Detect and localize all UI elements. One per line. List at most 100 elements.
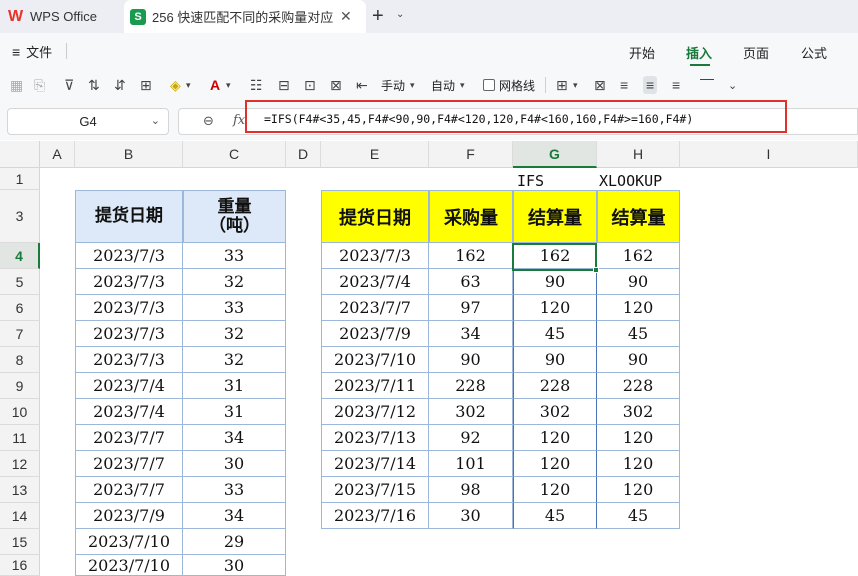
table-cell-date[interactable]: 2023/7/13 [321, 425, 429, 451]
column-header-g[interactable]: G [513, 141, 597, 168]
select-all-corner[interactable] [0, 141, 40, 168]
auto-calc-dropdown-icon[interactable]: ▾ [460, 76, 465, 94]
table-cell-purchase[interactable]: 63 [429, 269, 513, 295]
row-header-8[interactable]: 8 [0, 347, 40, 373]
table-cell-weight[interactable]: 32 [183, 347, 286, 373]
fill-color-icon[interactable]: ◈ [170, 76, 181, 94]
font-color-icon[interactable]: A [210, 76, 220, 94]
column-header-f[interactable]: F [429, 141, 513, 168]
manual-calc-button[interactable]: 手动 [381, 76, 405, 94]
row-header-16[interactable]: 16 [0, 555, 40, 576]
file-menu[interactable]: ≡ 文件 [12, 42, 52, 61]
tab-wps-home[interactable]: W WPS Office [8, 0, 120, 33]
column-header-a[interactable]: A [40, 141, 75, 168]
wrap-text-icon[interactable]: ☷ [250, 76, 263, 94]
cell-style-icon[interactable]: ⊡ [304, 76, 316, 94]
table-cell-date[interactable]: 2023/7/4 [75, 373, 183, 399]
table-cell-date[interactable]: 2023/7/12 [321, 399, 429, 425]
table-cell-xlookup-result[interactable]: 90 [597, 347, 680, 373]
paste-icon[interactable]: ⎘ [34, 76, 45, 94]
table-cell-date[interactable]: 2023/7/10 [75, 529, 183, 555]
table-cell-date[interactable]: 2023/7/7 [321, 295, 429, 321]
gridlines-checkbox[interactable]: 网格线 [483, 76, 535, 94]
table-cell-weight[interactable]: 31 [183, 399, 286, 425]
cell-g3-header[interactable]: 结算量 [513, 190, 597, 243]
sort-descending-icon[interactable]: ⇵ [114, 76, 126, 94]
table-cell-xlookup-result[interactable]: 120 [597, 295, 680, 321]
table-cell-xlookup-result[interactable]: 228 [597, 373, 680, 399]
table-cell-date[interactable]: 2023/7/3 [75, 269, 183, 295]
table-cell-date[interactable]: 2023/7/3 [321, 243, 429, 269]
table-cell-weight[interactable]: 33 [183, 243, 286, 269]
table-cell-weight[interactable]: 30 [183, 555, 286, 576]
table-cell-xlookup-result[interactable]: 120 [597, 451, 680, 477]
table-cell-date[interactable]: 2023/7/7 [75, 451, 183, 477]
table-cell-purchase[interactable]: 98 [429, 477, 513, 503]
cell-e3-header[interactable]: 提货日期 [321, 190, 429, 243]
cell-h3-header[interactable]: 结算量 [597, 190, 680, 243]
sort-ascending-icon[interactable]: ⇅ [88, 76, 100, 94]
name-box-chevron-icon[interactable]: ⌄ [151, 114, 160, 127]
column-header-i[interactable]: I [680, 141, 858, 168]
table-cell-ifs-result[interactable]: 120 [513, 295, 597, 321]
font-color-dropdown-icon[interactable]: ▾ [226, 76, 231, 94]
table-cell-purchase[interactable]: 30 [429, 503, 513, 529]
cell-f3-header[interactable]: 采购量 [429, 190, 513, 243]
row-header-10[interactable]: 10 [0, 399, 40, 425]
table-cell-ifs-result[interactable]: 120 [513, 477, 597, 503]
align-top-icon[interactable]: ⎺ [700, 76, 714, 94]
table-cell-ifs-result[interactable]: 90 [513, 347, 597, 373]
table-cell-ifs-result[interactable]: 120 [513, 451, 597, 477]
table-icon[interactable]: ⊠ [330, 76, 342, 94]
align-left-icon[interactable]: ≡ [620, 76, 628, 94]
tab-page[interactable]: 页面 [743, 43, 769, 62]
column-header-b[interactable]: B [75, 141, 183, 168]
table-cell-purchase[interactable]: 34 [429, 321, 513, 347]
fill-handle[interactable] [593, 267, 599, 273]
table-cell-weight[interactable]: 34 [183, 425, 286, 451]
table-cell-purchase[interactable]: 302 [429, 399, 513, 425]
more-options-icon[interactable]: ⌄ [728, 76, 737, 94]
table-cell-ifs-result[interactable]: 228 [513, 373, 597, 399]
row-header-3[interactable]: 3 [0, 190, 40, 243]
manual-calc-dropdown-icon[interactable]: ▾ [410, 76, 415, 94]
borders-icon[interactable]: ⊞ [140, 76, 152, 94]
table-cell-date[interactable]: 2023/7/16 [321, 503, 429, 529]
table-cell-date[interactable]: 2023/7/14 [321, 451, 429, 477]
new-tab-icon[interactable]: + [372, 6, 384, 26]
table-cell-date[interactable]: 2023/7/10 [321, 347, 429, 373]
table-cell-weight[interactable]: 31 [183, 373, 286, 399]
table-cell-weight[interactable]: 29 [183, 529, 286, 555]
table-cell-xlookup-result[interactable]: 302 [597, 399, 680, 425]
insert-cells-icon[interactable]: ⊞ [556, 76, 568, 94]
table-cell-purchase[interactable]: 92 [429, 425, 513, 451]
table-cell-xlookup-result[interactable]: 162 [597, 243, 680, 269]
table-cell-date[interactable]: 2023/7/10 [75, 555, 183, 576]
column-header-e[interactable]: E [321, 141, 429, 168]
table-cell-weight[interactable]: 33 [183, 477, 286, 503]
name-box[interactable]: G4 ⌄ [7, 108, 169, 135]
table-cell-date[interactable]: 2023/7/4 [321, 269, 429, 295]
table-cell-date[interactable]: 2023/7/3 [75, 347, 183, 373]
cell-c3-header[interactable]: 重量 （吨） [183, 190, 286, 243]
table-cell-xlookup-result[interactable]: 120 [597, 477, 680, 503]
tab-list-chevron-icon[interactable]: ⌄ [396, 9, 404, 20]
filter-icon[interactable]: ⊽ [64, 76, 74, 94]
table-cell-date[interactable]: 2023/7/9 [75, 503, 183, 529]
manual-calc-icon[interactable]: ⇤ [356, 76, 368, 94]
column-header-d[interactable]: D [286, 141, 321, 168]
row-header-1[interactable]: 1 [0, 168, 40, 190]
align-right-icon[interactable]: ≡ [672, 76, 680, 94]
row-header-13[interactable]: 13 [0, 477, 40, 503]
row-header-11[interactable]: 11 [0, 425, 40, 451]
table-cell-date[interactable]: 2023/7/15 [321, 477, 429, 503]
table-cell-date[interactable]: 2023/7/9 [321, 321, 429, 347]
table-cell-weight[interactable]: 33 [183, 295, 286, 321]
table-cell-xlookup-result[interactable]: 45 [597, 321, 680, 347]
table-cell-purchase[interactable]: 228 [429, 373, 513, 399]
ifs-label[interactable]: IFS [517, 172, 544, 190]
insert-cells-dropdown-icon[interactable]: ▾ [573, 76, 578, 94]
tab-formula[interactable]: 公式 [801, 43, 827, 62]
table-cell-ifs-result[interactable]: 45 [513, 321, 597, 347]
tab-document[interactable]: S 256 快速匹配不同的采购量对应的结算量 ✕ [124, 0, 366, 33]
